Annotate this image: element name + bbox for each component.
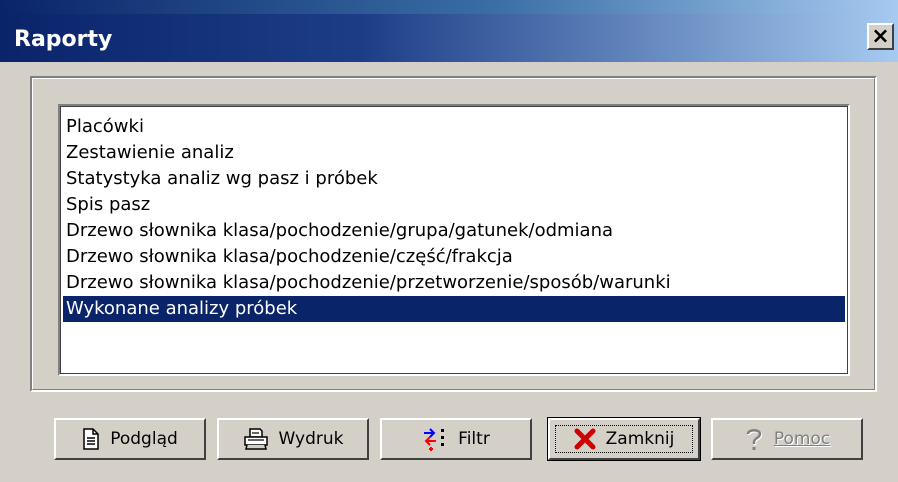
focus-rectangle bbox=[555, 425, 693, 453]
help-button[interactable]: Pomoc bbox=[711, 418, 863, 460]
window-title: Raporty bbox=[14, 27, 113, 52]
document-icon bbox=[82, 428, 100, 450]
print-button[interactable]: Wydruk bbox=[217, 418, 369, 460]
list-item[interactable]: Drzewo słownika klasa/pochodzenie/część/… bbox=[63, 244, 845, 270]
print-button-label: Wydruk bbox=[278, 429, 344, 449]
close-button[interactable]: Zamknij bbox=[547, 417, 701, 461]
close-window-button[interactable]: × bbox=[867, 23, 894, 50]
list-item[interactable]: Placówki bbox=[63, 114, 845, 140]
list-item[interactable]: Drzewo słownika klasa/pochodzenie/przetw… bbox=[63, 270, 845, 296]
list-item-selected[interactable]: Wykonane analizy próbek bbox=[63, 296, 845, 322]
filter-button-label: Filtr bbox=[458, 429, 490, 449]
question-mark-icon bbox=[744, 426, 764, 452]
list-item[interactable]: Statystyka analiz wg pasz i próbek bbox=[63, 166, 845, 192]
preview-button-label: Podgląd bbox=[110, 429, 178, 449]
background-window-strip bbox=[0, 0, 898, 14]
list-item[interactable]: Drzewo słownika klasa/pochodzenie/grupa/… bbox=[63, 218, 845, 244]
list-item[interactable]: Spis pasz bbox=[63, 192, 845, 218]
report-listbox[interactable]: Placówki Zestawienie analiz Statystyka a… bbox=[58, 104, 850, 376]
preview-button[interactable]: Podgląd bbox=[54, 418, 206, 460]
printer-icon bbox=[243, 428, 269, 450]
filter-button[interactable]: Filtr bbox=[380, 418, 532, 460]
filter-icon bbox=[422, 427, 448, 451]
list-item[interactable]: Zestawienie analiz bbox=[63, 140, 845, 166]
help-button-label: Pomoc bbox=[773, 429, 831, 449]
close-icon: × bbox=[871, 23, 890, 49]
title-bar[interactable]: Raporty × bbox=[0, 14, 898, 62]
